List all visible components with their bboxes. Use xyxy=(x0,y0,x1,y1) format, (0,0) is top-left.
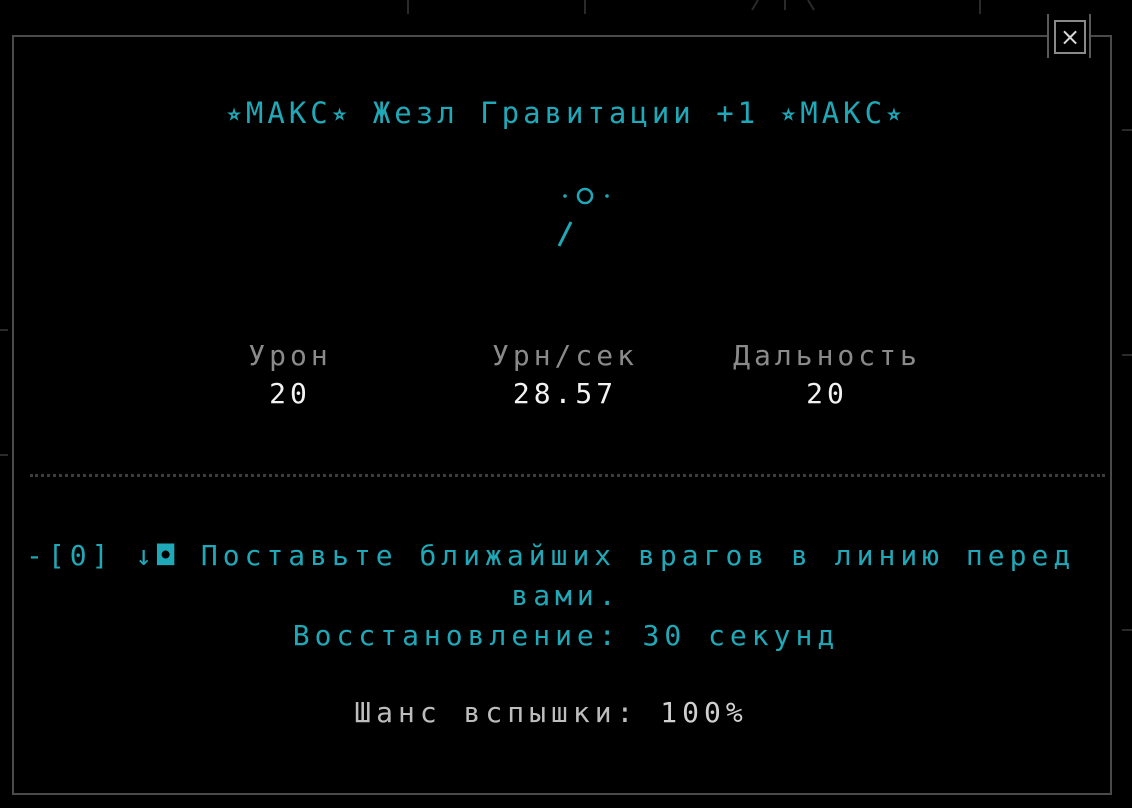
ability-first-line: -[0] ↓◘ Поставьте ближайших врагов в лин… xyxy=(0,536,1132,576)
item-tooltip-panel xyxy=(12,35,1112,795)
crit-chance-label: Шанс вспышки: xyxy=(354,696,639,729)
ability-key: -[0] xyxy=(26,539,114,572)
stat-damage-value: 20 xyxy=(269,377,311,410)
stat-dps-label: Урн/сек xyxy=(491,339,638,372)
ability-block: -[0] ↓◘ Поставьте ближайших врагов в лин… xyxy=(0,536,1132,656)
stat-range-value: 20 xyxy=(806,377,848,410)
crit-chance: Шанс вспышки: 100% xyxy=(0,696,1102,729)
ability-cooldown: Восстановление: 30 секунд xyxy=(292,619,840,652)
close-button[interactable]: × xyxy=(1054,20,1086,54)
ability-description-line1: Поставьте ближайших врагов в линию перед xyxy=(200,539,1076,572)
stat-damage-label: Урон xyxy=(248,339,332,372)
dotted-divider xyxy=(30,474,1105,477)
ability-description-line2: вами. xyxy=(511,579,621,612)
wand-icon xyxy=(557,187,609,247)
stat-dps-value: 28.57 xyxy=(512,377,618,410)
crit-chance-value: 100% xyxy=(660,696,748,729)
ability-icon: ↓◘ xyxy=(135,539,180,572)
item-title: ⭒МАКС⭒ Жезл Гравитации +1 ⭒МАКС⭒ xyxy=(226,96,906,130)
stat-range-label: Дальность xyxy=(733,339,921,372)
stat-dps: Урн/сек 28.57 xyxy=(465,338,665,414)
stat-range: Дальность 20 xyxy=(697,338,957,414)
stat-damage: Урон 20 xyxy=(190,338,390,414)
